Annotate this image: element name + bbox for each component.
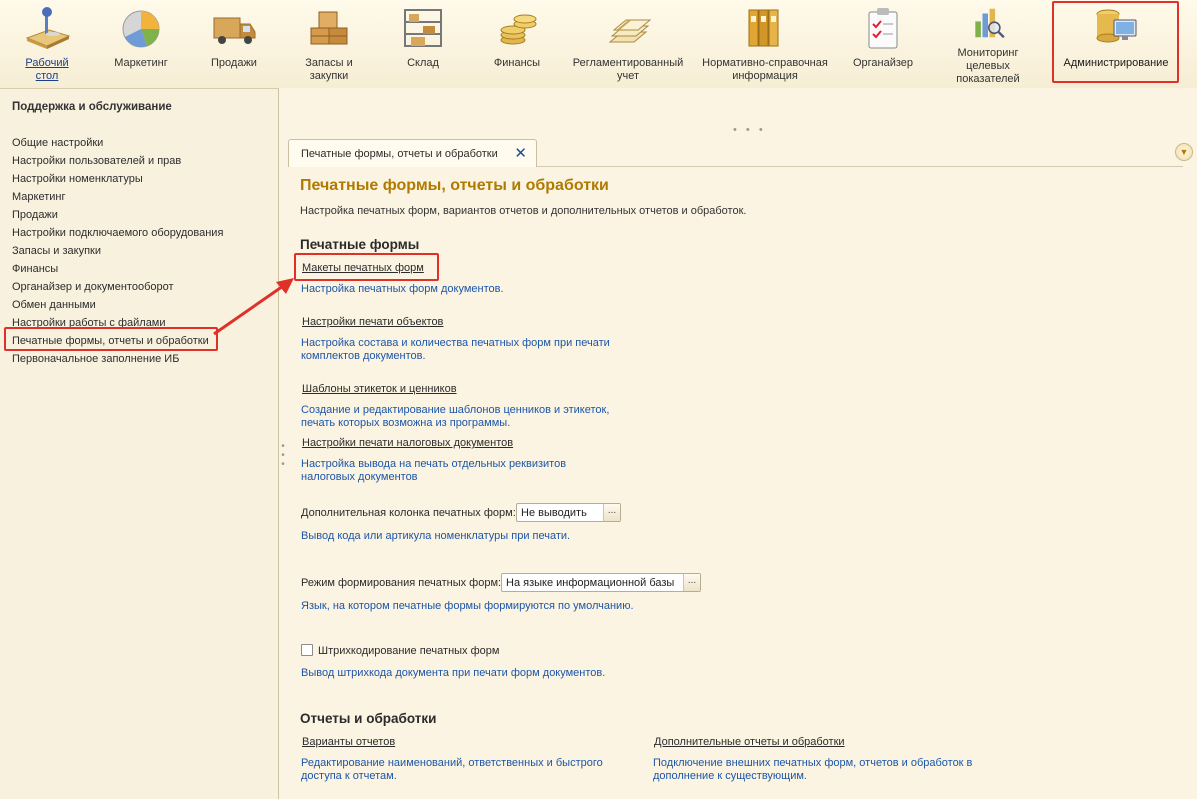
extra-column-note: Вывод кода или артикула номенклатуры при… (301, 530, 571, 542)
tab-print-forms[interactable]: Печатные формы, отчеты и обработки ✕ (288, 139, 537, 167)
barcode-label[interactable]: Штрихкодирование печатных форм (318, 645, 499, 657)
extra-column-select-button[interactable]: ... (603, 504, 620, 521)
admin-highlight-frame (1052, 1, 1179, 83)
section-label: Запасы и закупки (305, 57, 353, 82)
mode-select-button[interactable]: ... (683, 574, 700, 591)
section-label: Регламентированный учет (572, 57, 684, 82)
extra-column-label: Дополнительная колонка печатных форм: (301, 507, 516, 519)
nav-item-stock[interactable]: Запасы и закупки (12, 242, 223, 260)
pie-chart-icon (122, 10, 160, 48)
close-icon[interactable]: ✕ (514, 144, 527, 162)
mode-select[interactable]: На языке информационной базы ... (501, 573, 701, 592)
nav-item-general-settings[interactable]: Общие настройки (12, 134, 223, 152)
nav-item-marketing[interactable]: Маркетинг (12, 188, 223, 206)
form-content: Печатные формы, отчеты и обработки Настр… (288, 167, 1183, 799)
nav-item-finance[interactable]: Финансы (12, 260, 223, 278)
additional-reports-note: Подключение внешних печатных форм, отчет… (653, 757, 973, 782)
nav-item-initial-fill[interactable]: Первоначальное заполнение ИБ (12, 350, 223, 368)
section-warehouse[interactable]: Склад (392, 0, 454, 86)
tax-docs-link[interactable]: Настройки печати налоговых документов (302, 437, 513, 449)
mode-value: На языке информационной базы (506, 576, 675, 589)
additional-reports-link[interactable]: Дополнительные отчеты и обработки (654, 736, 845, 748)
splitter-handle[interactable]: • • • (733, 124, 766, 136)
barcode-note: Вывод штрихкода документа при печати фор… (301, 667, 606, 679)
section-desktop[interactable]: Рабочий стол (14, 0, 80, 86)
label-templates-link[interactable]: Шаблоны этикеток и ценников (302, 383, 457, 395)
left-panel: Поддержка и обслуживание Общие настройки… (0, 88, 279, 799)
magnifier-chart-icon (975, 8, 1005, 39)
print-settings-link[interactable]: Настройки печати объектов (302, 316, 443, 328)
extra-column-select[interactable]: Не выводить ... (516, 503, 621, 522)
section-label: Продажи (211, 57, 257, 69)
shelf-icon (404, 9, 442, 47)
section-label: Органайзер (852, 57, 914, 69)
panel-resize-handle[interactable]: • • • (280, 442, 286, 470)
mode-note: Язык, на котором печатные формы формирую… (301, 600, 634, 612)
layouts-note: Настройка печатных форм документов. (301, 283, 504, 295)
folders-icon (748, 9, 779, 47)
clipboard-icon (868, 8, 898, 49)
section-label: Мониторинг целевых показателей (956, 47, 1020, 85)
print-forms-heading: Печатные формы (300, 237, 420, 252)
sections-panel: Рабочий стол Маркетинг Продажи Запасы и … (0, 0, 1197, 88)
mode-label: Режим формирования печатных форм: (301, 577, 502, 589)
nav-item-equipment[interactable]: Настройки подключаемого оборудования (12, 224, 223, 242)
section-reference[interactable]: Нормативно-справочная информация (698, 0, 832, 86)
section-label: Финансы (493, 57, 541, 69)
layouts-highlight-frame (294, 253, 439, 281)
left-panel-title: Поддержка и обслуживание (12, 101, 172, 113)
nav-item-nomenclature[interactable]: Настройки номенклатуры (12, 170, 223, 188)
report-variants-link[interactable]: Варианты отчетов (302, 736, 395, 748)
report-variants-note: Редактирование наименований, ответственн… (301, 757, 603, 782)
section-stock[interactable]: Запасы и закупки (294, 0, 364, 86)
reports-heading: Отчеты и обработки (300, 711, 437, 726)
section-label: Маркетинг (114, 57, 168, 69)
page-description: Настройка печатных форм, вариантов отчет… (300, 205, 747, 217)
section-label: Склад (407, 57, 439, 69)
section-sales[interactable]: Продажи (201, 0, 267, 86)
boxes-icon (310, 11, 348, 45)
nav-item-users-rights[interactable]: Настройки пользователей и прав (12, 152, 223, 170)
page-title: Печатные формы, отчеты и обработки (300, 177, 609, 194)
section-label: Нормативно-справочная информация (702, 57, 828, 82)
section-regulated[interactable]: Регламентированный учет (569, 0, 687, 86)
label-templates-note: Создание и редактирование шаблонов ценни… (301, 404, 610, 429)
nav-item-organizer[interactable]: Органайзер и документооборот (12, 278, 223, 296)
section-finance[interactable]: Финансы (484, 0, 550, 86)
truck-icon (213, 17, 256, 44)
print-settings-note: Настройка состава и количества печатных … (301, 337, 610, 362)
section-organizer[interactable]: Органайзер (848, 0, 918, 86)
desktop-icon (25, 7, 71, 49)
section-marketing[interactable]: Маркетинг (106, 0, 176, 86)
nav-item-data-exchange[interactable]: Обмен данными (12, 296, 223, 314)
tab-label: Печатные формы, отчеты и обработки (301, 147, 498, 160)
barcode-checkbox[interactable] (301, 644, 313, 656)
tax-docs-note: Настройка вывода на печать отдельных рек… (301, 458, 567, 483)
section-label: Рабочий стол (25, 57, 69, 82)
binders-icon (608, 19, 652, 43)
nav-highlight-frame (4, 327, 218, 351)
annotation-arrow (213, 278, 294, 336)
section-monitoring[interactable]: Мониторинг целевых показателей (934, 0, 1042, 86)
extra-column-value: Не выводить (521, 506, 587, 519)
chevron-down-icon[interactable]: ▼ (1175, 143, 1193, 161)
coins-icon (500, 14, 537, 45)
nav-item-sales[interactable]: Продажи (12, 206, 223, 224)
